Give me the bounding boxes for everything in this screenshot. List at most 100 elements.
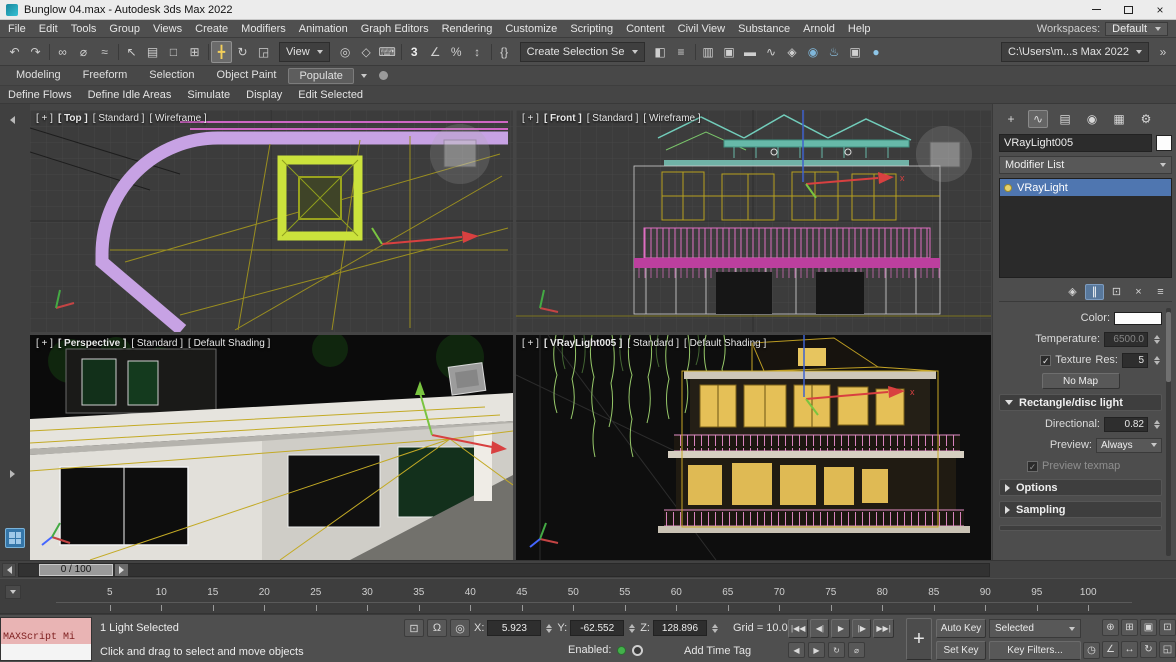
collapse-arrow-icon[interactable] [10,116,15,124]
selection-lock-icon[interactable]: Ω [427,619,447,637]
time-slider-track[interactable]: 0 / 100 [18,562,990,577]
viewport-shading-menu[interactable]: [ Wireframe ] [643,113,700,124]
maxscript-macro-line[interactable]: MAXScript Mi [1,618,91,644]
modifier-stack-item[interactable]: VRayLight [1000,179,1171,196]
top-viewport-canvas[interactable] [30,110,513,332]
light-viewport-canvas[interactable]: x [516,335,991,560]
zoom-region-icon[interactable]: ⊡ [1159,619,1176,636]
viewport-renderer-menu[interactable]: [ Standard ] [93,113,145,124]
viewport-renderer-menu[interactable]: [ Standard ] [131,338,183,349]
ribbon-config-icon[interactable] [378,71,388,80]
time-configuration-icon[interactable]: ◷ [1083,642,1100,659]
zoom-icon[interactable]: ⊕ [1102,619,1119,636]
mirror-icon[interactable]: ◧ [650,41,671,63]
enabled-status-icon[interactable] [617,645,627,655]
pan-icon[interactable]: ↔ [1121,641,1138,658]
front-viewport-canvas[interactable]: x [516,110,991,332]
go-to-end-button[interactable]: ▶▶| [873,619,894,638]
viewport-light[interactable]: x [ + ] [ VRayLight005 ] [ Standard ] [ … [516,335,991,560]
perspective-viewport-canvas[interactable] [30,335,513,560]
window-crossing-icon[interactable]: ⊞ [184,41,205,63]
scrollbar-thumb[interactable] [1166,312,1171,382]
redo-icon[interactable]: ↷ [25,41,46,63]
modifier-list-dropdown[interactable]: Modifier List [999,156,1172,174]
menu-item[interactable]: Customize [505,23,557,35]
viewport-general-menu[interactable]: [ + ] [522,113,539,124]
select-and-move-icon[interactable]: ╋ [211,40,232,63]
maximize-button[interactable] [1112,0,1144,19]
viewport-pov-menu[interactable]: [ Front ] [544,113,582,124]
object-color-swatch[interactable] [1156,135,1172,151]
set-keys-button[interactable]: + [906,618,932,660]
trackbar-filter-icon[interactable] [5,585,21,599]
degradation-toggle-icon[interactable] [632,644,644,656]
configure-modifier-sets-icon[interactable]: ≡ [1151,284,1170,300]
key-mode-toggle-icon[interactable]: ⌀ [848,642,865,658]
temperature-field[interactable]: 6500.0 [1104,331,1148,347]
menu-item[interactable]: Modifiers [241,23,286,35]
select-and-link-icon[interactable]: ∞ [52,41,73,63]
scene-explorer-icon[interactable]: ▥ [698,41,719,63]
viewport-front[interactable]: x [ + ] [ Front ] [ Standard ] [ Wirefra… [516,110,991,332]
remove-modifier-icon[interactable]: × [1129,284,1148,300]
menu-item[interactable]: Tools [71,23,97,35]
rollout-sampling[interactable]: Sampling [999,501,1162,518]
no-map-button[interactable]: No Map [1041,373,1120,389]
playback-loop-icon[interactable]: ↻ [828,642,845,658]
key-filters-button[interactable]: Key Filters... [989,641,1081,660]
keyboard-shortcut-override-icon[interactable]: ⌨ [377,41,398,63]
add-time-tag-button[interactable]: Add Time Tag [684,645,751,657]
material-editor-icon[interactable]: ◉ [803,41,824,63]
select-and-manipulate-icon[interactable]: ◇ [356,41,377,63]
selection-set-dropdown[interactable]: Create Selection Se [519,41,645,62]
viewport-pov-menu[interactable]: [ Perspective ] [58,338,126,349]
select-by-name-icon[interactable]: ▤ [142,41,163,63]
ribbon-tab-modeling[interactable]: Modeling [6,68,71,84]
layer-manager-icon[interactable]: ▣ [719,41,740,63]
toolbar-overflow-button[interactable]: » [1154,41,1172,63]
schematic-view-icon[interactable]: ◈ [782,41,803,63]
texture-checkbox[interactable]: ✓ [1040,354,1052,366]
define-flows-button[interactable]: Define Flows [8,89,72,101]
menu-item[interactable]: Arnold [803,23,835,35]
viewport-renderer-menu[interactable]: [ Standard ] [587,113,639,124]
viewport-shading-menu[interactable]: [ Wireframe ] [149,113,206,124]
res-field[interactable]: 5 [1122,352,1148,368]
zoom-extents-icon[interactable]: ▣ [1140,619,1157,636]
pin-stack-icon[interactable]: ◈ [1063,284,1082,300]
create-tab-icon[interactable]: + [1001,110,1021,128]
orbit-icon[interactable]: ↻ [1140,641,1157,658]
utilities-tab-icon[interactable]: ⚙ [1136,110,1156,128]
unlink-selection-icon[interactable]: ⌀ [73,41,94,63]
simulate-button[interactable]: Simulate [187,89,230,101]
absolute-mode-icon[interactable]: ◎ [450,619,470,637]
ribbon-tab-selection[interactable]: Selection [139,68,204,84]
make-unique-icon[interactable]: ⊡ [1107,284,1126,300]
ribbon-flyout-caret-icon[interactable] [356,73,372,78]
select-and-rotate-icon[interactable]: ↻ [232,41,253,63]
display-tab-icon[interactable]: ▦ [1109,110,1129,128]
params-scrollbar[interactable] [1166,308,1171,556]
viewport-general-menu[interactable]: [ + ] [36,113,53,124]
viewport-pov-menu[interactable]: [ Top ] [58,113,88,124]
x-coordinate-field[interactable]: 5.923 [487,620,542,636]
ribbon-tab-populate[interactable]: Populate [288,67,354,84]
maxscript-listener-line[interactable] [1,644,91,660]
ribbon-tab-object-paint[interactable]: Object Paint [207,68,287,84]
menu-item[interactable]: Graph Editors [361,23,429,35]
project-folder-dropdown[interactable]: C:\Users\m...s Max 2022 [1000,41,1149,62]
percent-snap-icon[interactable]: % [446,41,467,63]
viewport-shading-menu[interactable]: [ Default Shading ] [684,338,766,349]
ribbon-tab-freeform[interactable]: Freeform [73,68,138,84]
preview-texmap-checkbox[interactable]: ✓ [1027,460,1038,472]
zoom-all-icon[interactable]: ⊞ [1121,619,1138,636]
next-key-icon[interactable]: ▶ [808,642,825,658]
menu-item[interactable]: Scripting [570,23,613,35]
rollout-options[interactable]: Options [999,479,1162,496]
motion-tab-icon[interactable]: ◉ [1082,110,1102,128]
coordinate-system-dropdown[interactable]: View [279,41,330,62]
spinner[interactable] [710,623,720,633]
menu-item[interactable]: Civil View [678,23,725,35]
timeline-ruler[interactable]: 5 10 15 20 25 30 35 40 45 50 55 60 65 70 75 80 85 90 95 100 [0,578,1176,614]
named-selection-sets-icon[interactable]: {} [494,41,515,63]
